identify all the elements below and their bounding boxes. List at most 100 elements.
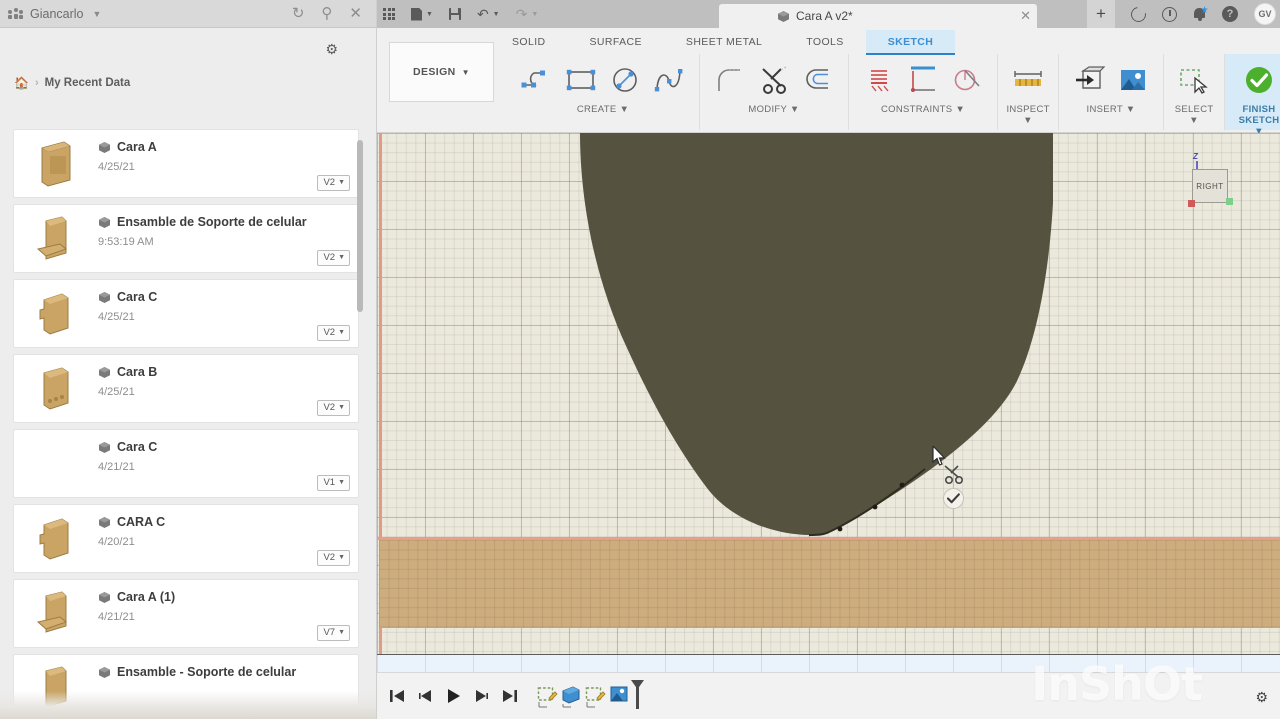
save-icon[interactable]	[448, 8, 461, 20]
list-item[interactable]: Cara A 4/25/21 V2 ▼	[14, 130, 358, 197]
tangent-icon[interactable]	[947, 59, 987, 101]
data-panel-scrollbar[interactable]	[357, 140, 363, 312]
step-back-icon[interactable]	[418, 689, 433, 703]
confirm-button[interactable]	[943, 488, 964, 509]
recent-data-list[interactable]: Cara A 4/25/21 V2 ▼ Ensamble de Soporte	[0, 130, 376, 719]
play-icon[interactable]	[446, 688, 461, 704]
close-icon[interactable]: ✕	[1020, 8, 1031, 24]
chevron-down-icon[interactable]: ▼	[531, 11, 538, 18]
gear-icon[interactable]: ⚙	[325, 41, 338, 58]
document-tab[interactable]: Cara A v2* ✕	[719, 4, 1037, 28]
list-item-date: 4/25/21	[98, 386, 135, 398]
tab-tools[interactable]: TOOLS	[784, 30, 865, 55]
add-tab-icon[interactable]: +	[1087, 0, 1115, 28]
version-badge[interactable]: V2 ▼	[317, 400, 350, 416]
tab-surface[interactable]: SURFACE	[568, 30, 664, 55]
refresh-icon[interactable]: ↻	[292, 6, 305, 21]
measure-icon[interactable]	[1008, 59, 1048, 101]
spline-icon[interactable]	[649, 59, 689, 101]
timeline-bar: InShOt ⚙	[377, 657, 1280, 719]
viewcube-face-label[interactable]: RIGHT	[1192, 169, 1228, 203]
home-icon[interactable]: 🏠	[14, 76, 29, 90]
trim-icon[interactable]	[754, 59, 794, 101]
list-item[interactable]: CARA C 4/20/21 V2 ▼	[14, 505, 358, 572]
list-item[interactable]: Cara C 4/21/21 V1 ▼	[14, 430, 358, 497]
cube-icon	[98, 291, 111, 304]
extrude-feature-icon[interactable]	[560, 685, 582, 709]
go-to-start-icon[interactable]	[389, 689, 405, 703]
timeline-features	[536, 683, 639, 709]
go-to-end-icon[interactable]	[502, 689, 518, 703]
panel-constraints: CONSTRAINTS ▼	[848, 54, 997, 130]
version-badge[interactable]: V2 ▼	[317, 175, 350, 191]
redo-icon[interactable]: ↷	[516, 6, 528, 23]
sketch-canvas[interactable]: Z RIGHT	[377, 133, 1280, 672]
panel-modify-label[interactable]: MODIFY ▼	[706, 104, 842, 115]
tab-sketch[interactable]: SKETCH	[865, 30, 956, 55]
panel-create-label[interactable]: CREATE ▼	[513, 104, 693, 115]
sketch-feature-icon[interactable]	[536, 685, 558, 709]
trim-cursor-icon	[944, 465, 964, 485]
panel-inspect-label[interactable]: INSPECT ▼	[1004, 104, 1052, 126]
version-badge[interactable]: V2 ▼	[317, 550, 350, 566]
cube-icon	[98, 591, 111, 604]
gear-icon[interactable]: ⚙	[1255, 689, 1268, 706]
version-badge[interactable]: V2 ▼	[317, 325, 350, 341]
panel-constraints-icons	[855, 54, 991, 106]
panel-constraints-label[interactable]: CONSTRAINTS ▼	[855, 104, 991, 115]
version-label: V2	[323, 177, 336, 188]
tab-sheet-metal[interactable]: SHEET METAL	[664, 30, 784, 55]
avatar[interactable]: GV	[1254, 3, 1276, 25]
panel-insert-label[interactable]: INSERT ▼	[1065, 104, 1157, 115]
green-check-icon	[1239, 59, 1279, 101]
job-status-icon[interactable]	[1128, 3, 1149, 25]
data-panel-titlebar: Giancarlo ▼ ↻ ⚲ ✕	[0, 0, 376, 28]
list-item[interactable]: Ensamble de Soporte de celular 9:53:19 A…	[14, 205, 358, 272]
list-item[interactable]: Cara B 4/25/21 V2 ▼	[14, 355, 358, 422]
step-forward-icon[interactable]	[474, 689, 489, 703]
chevron-down-icon[interactable]: ▼	[493, 11, 500, 18]
chevron-down-icon: ▼	[338, 629, 345, 636]
part-thumbnail	[30, 213, 82, 265]
viewcube-axis-label: Z	[1193, 152, 1198, 161]
sketch-feature-icon[interactable]	[584, 685, 606, 709]
offset-icon[interactable]	[798, 59, 838, 101]
notifications-icon[interactable]	[1193, 6, 1208, 21]
data-panel: Giancarlo ▼ ↻ ⚲ ✕ ⚙ 🏠 › My Recent Data C…	[0, 0, 377, 719]
version-badge[interactable]: V7 ▼	[317, 625, 350, 641]
hub-selector[interactable]: Giancarlo ▼	[8, 7, 101, 21]
list-item[interactable]: Cara A (1) 4/21/21 V7 ▼	[14, 580, 358, 647]
help-icon[interactable]: ?	[1222, 6, 1238, 22]
list-item[interactable]: Ensamble - Soporte de celular	[14, 655, 358, 719]
list-item-label: CARA C	[117, 515, 166, 529]
version-badge[interactable]: V2 ▼	[317, 250, 350, 266]
select-window-icon[interactable]	[1174, 59, 1214, 101]
fillet-icon[interactable]	[710, 59, 750, 101]
version-badge[interactable]: V1 ▼	[317, 475, 350, 491]
insert-image-icon[interactable]	[1113, 59, 1153, 101]
list-item-name-row: Cara A	[98, 140, 157, 154]
panel-select-label[interactable]: SELECT ▼	[1170, 104, 1218, 126]
new-document-icon[interactable]	[411, 7, 422, 21]
fix-icon[interactable]	[859, 59, 899, 101]
strip-grid	[377, 655, 1280, 672]
chevron-down-icon[interactable]: ▼	[426, 11, 433, 18]
insert-derive-icon[interactable]	[1069, 59, 1109, 101]
list-item[interactable]: Cara C 4/25/21 V2 ▼	[14, 280, 358, 347]
finish-sketch-button[interactable]: FINISH SKETCH ▼	[1224, 54, 1280, 137]
view-cube[interactable]: Z RIGHT	[1184, 151, 1238, 209]
circle-icon[interactable]	[605, 59, 645, 101]
recent-icon[interactable]	[1162, 6, 1177, 22]
close-icon[interactable]: ✕	[349, 6, 362, 21]
perpendicular-icon[interactable]	[903, 59, 943, 101]
rectangle-icon[interactable]	[561, 59, 601, 101]
tab-solid[interactable]: SOLID	[490, 30, 568, 55]
grid-icon[interactable]	[383, 8, 395, 20]
search-icon[interactable]: ⚲	[321, 6, 332, 21]
line-icon[interactable]	[517, 59, 557, 101]
extrude-feature-icon[interactable]	[608, 685, 630, 709]
workspace-selector[interactable]: DESIGN ▼	[389, 42, 494, 102]
panel-modify: MODIFY ▼	[699, 54, 848, 130]
undo-icon[interactable]: ↶	[477, 6, 489, 23]
timeline-marker[interactable]	[636, 683, 639, 709]
